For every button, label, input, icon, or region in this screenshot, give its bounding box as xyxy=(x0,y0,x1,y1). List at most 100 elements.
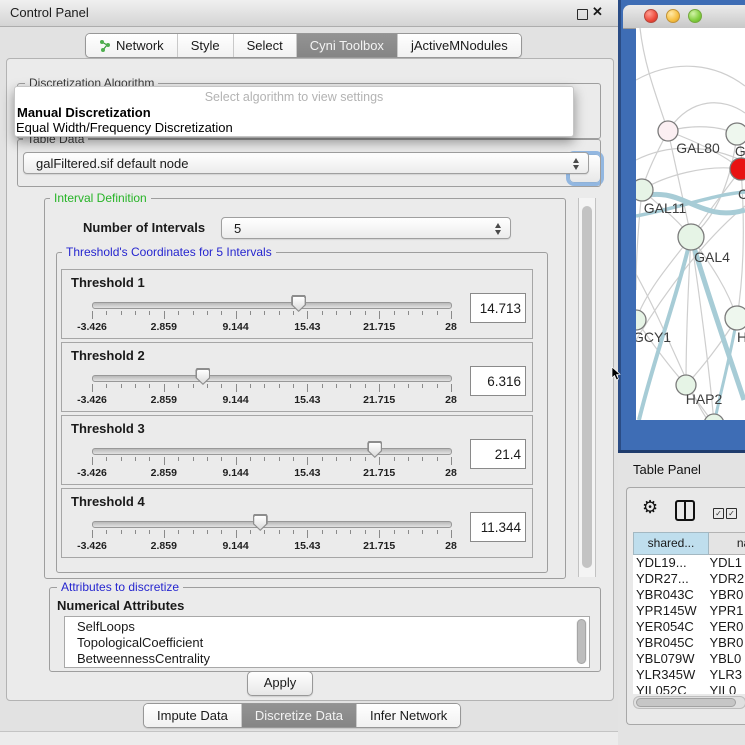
scrollbar-thumb[interactable] xyxy=(577,619,586,664)
tick-mark xyxy=(365,311,366,315)
split-columns-icon[interactable] xyxy=(675,500,695,521)
tick-mark xyxy=(236,457,237,465)
close-traffic-light[interactable] xyxy=(644,9,658,23)
threshold-value-field[interactable]: 21.4 xyxy=(470,439,526,469)
slider-handle[interactable] xyxy=(291,295,306,312)
network-node-ga[interactable] xyxy=(726,123,745,145)
panel-vertical-scrollbar[interactable] xyxy=(578,198,596,577)
attribute-list-item[interactable]: SelfLoops xyxy=(77,619,589,635)
slider-track[interactable] xyxy=(92,375,452,382)
network-node-h[interactable] xyxy=(725,306,745,330)
float-icon[interactable] xyxy=(577,9,588,20)
network-node-gal80[interactable] xyxy=(658,121,678,141)
tick-mark xyxy=(322,457,323,461)
threshold-value-field[interactable]: 11.344 xyxy=(470,512,526,542)
tick-mark xyxy=(365,530,366,534)
tick-mark xyxy=(164,530,165,538)
tick-label: 28 xyxy=(445,467,457,479)
table-cell-shared-name: YBR043C xyxy=(633,587,705,603)
slider-track[interactable] xyxy=(92,302,452,309)
tab-network[interactable]: Network xyxy=(86,34,177,57)
table-row[interactable]: YDL19...YDL1 xyxy=(633,555,745,571)
tab-jactivemnodules[interactable]: jActiveMNodules xyxy=(397,34,521,57)
threshold-panel: Threshold 3-3.4262.8599.14415.4321.71528… xyxy=(61,415,533,485)
tick-label: 15.43 xyxy=(294,394,320,406)
tick-label: 9.144 xyxy=(222,540,248,552)
table-horizontal-scrollbar[interactable] xyxy=(633,696,745,709)
table-row[interactable]: YPR145WYPR1 xyxy=(633,603,745,619)
slider-handle[interactable] xyxy=(367,441,382,458)
tick-mark xyxy=(350,384,351,388)
tick-mark xyxy=(221,457,222,461)
tick-mark xyxy=(451,457,452,465)
tick-mark xyxy=(422,384,423,388)
tick-mark xyxy=(236,530,237,538)
network-node-gal11[interactable] xyxy=(636,179,653,201)
tick-label: 15.43 xyxy=(294,467,320,479)
apply-button[interactable]: Apply xyxy=(247,671,313,696)
table-row[interactable]: YDR27...YDR2 xyxy=(633,571,745,587)
tab-label: Infer Network xyxy=(370,704,447,727)
tick-mark xyxy=(437,311,438,315)
table-cell-name: YIL0 xyxy=(705,683,745,694)
attribute-list-item[interactable]: TopologicalCoefficient xyxy=(77,635,589,651)
tick-mark xyxy=(236,384,237,392)
attribute-list-item[interactable]: BetweennessCentrality xyxy=(77,651,589,667)
tab-style[interactable]: Style xyxy=(177,34,233,57)
table-row[interactable]: YLR345WYLR3 xyxy=(633,667,745,683)
list-vertical-scrollbar[interactable] xyxy=(576,619,587,664)
tick-label: 2.859 xyxy=(151,321,177,333)
slider-track[interactable] xyxy=(92,521,452,528)
tab-discretize-data[interactable]: Discretize Data xyxy=(241,704,356,727)
tick-mark xyxy=(307,311,308,319)
node-label: C xyxy=(738,186,745,202)
table-row[interactable]: YBR045CYBR0 xyxy=(633,635,745,651)
dropdown-option-manual-discretization[interactable]: Manual Discretization xyxy=(17,105,151,120)
tick-label: 9.144 xyxy=(222,394,248,406)
tick-mark xyxy=(322,384,323,388)
tab-infer-network[interactable]: Infer Network xyxy=(356,704,460,727)
checkbox-icon[interactable]: ✓ xyxy=(713,508,724,519)
network-node-gal4[interactable] xyxy=(678,224,704,250)
tick-mark xyxy=(193,384,194,388)
column-header-shared[interactable]: shared... xyxy=(633,532,709,555)
combo-stepper-icon xyxy=(495,222,502,236)
dropdown-option-equal-width-frequency[interactable]: Equal Width/Frequency Discretization xyxy=(16,120,233,135)
threshold-value-field[interactable]: 6.316 xyxy=(470,366,526,396)
minimize-traffic-light[interactable] xyxy=(666,9,680,23)
tick-mark xyxy=(350,530,351,534)
gear-icon[interactable]: ⚙ xyxy=(642,498,658,516)
tab-cyni-toolbox[interactable]: Cyni Toolbox xyxy=(296,34,397,57)
slider-handle[interactable] xyxy=(195,368,210,385)
tick-mark xyxy=(149,311,150,315)
zoom-traffic-light[interactable] xyxy=(688,9,702,23)
node-label: GAL4 xyxy=(694,249,730,265)
tab-select[interactable]: Select xyxy=(233,34,296,57)
threshold-value-field[interactable]: 14.713 xyxy=(470,293,526,323)
dropdown-prompt-item[interactable]: Select algorithm to view settings xyxy=(15,90,573,104)
scrollbar-thumb[interactable] xyxy=(636,698,736,707)
tick-mark xyxy=(279,457,280,461)
checkbox-icon[interactable]: ✓ xyxy=(726,508,737,519)
network-canvas[interactable]: GAL80GACGAL11GAL4GCY1HHAP2 xyxy=(636,28,745,420)
numerical-attributes-list[interactable]: SelfLoopsTopologicalCoefficientBetweenne… xyxy=(64,616,590,668)
tick-mark xyxy=(250,384,251,388)
tab-impute-data[interactable]: Impute Data xyxy=(144,704,241,727)
table-data-combobox[interactable]: galFiltered.sif default node xyxy=(23,152,589,174)
scrollbar-thumb[interactable] xyxy=(582,206,592,568)
slider-track[interactable] xyxy=(92,448,452,455)
tick-mark xyxy=(293,311,294,315)
table-row[interactable]: YIL052CYIL0 xyxy=(633,683,745,694)
tick-mark xyxy=(250,311,251,315)
node-label: GA xyxy=(735,143,745,159)
table-row[interactable]: YER054CYER0 xyxy=(633,619,745,635)
number-of-intervals-combobox[interactable]: 5 xyxy=(221,217,511,239)
tick-mark xyxy=(437,384,438,388)
slider-handle[interactable] xyxy=(253,514,268,531)
table-row[interactable]: YBL079WYBL0 xyxy=(633,651,745,667)
table-cell-name: YBR0 xyxy=(705,587,745,603)
table-row[interactable]: YBR043CYBR0 xyxy=(633,587,745,603)
column-header-name[interactable]: na xyxy=(709,532,745,555)
table-panel-title: Table Panel xyxy=(633,462,701,477)
close-icon[interactable]: ✕ xyxy=(592,4,603,20)
